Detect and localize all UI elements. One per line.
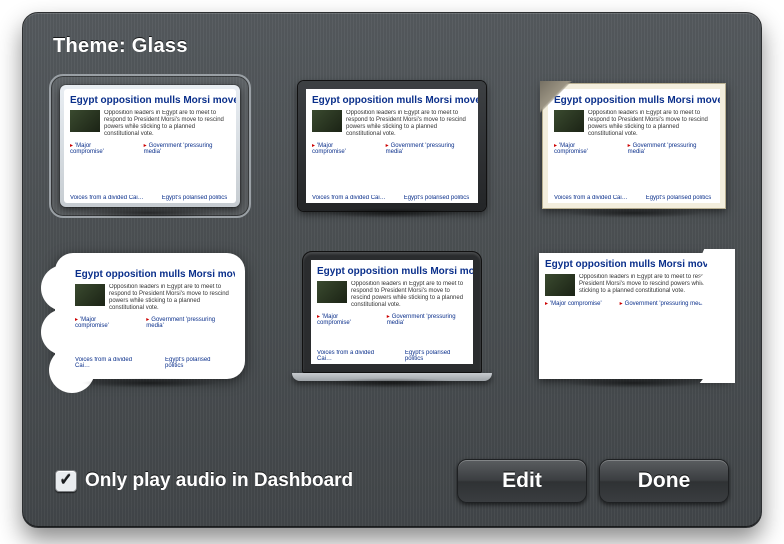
theme-torn[interactable]: Egypt opposition mulls Morsi moveNEW Opp…: [535, 246, 733, 386]
done-button[interactable]: Done: [599, 459, 729, 503]
theme-glass[interactable]: Egypt opposition mulls Morsi moveNEW Opp…: [51, 76, 249, 216]
webclip-preview: Egypt opposition mulls Morsi moveNEW Opp…: [548, 89, 720, 203]
preview-link: Government 'pressuring media': [144, 142, 230, 155]
edit-button[interactable]: Edit: [457, 459, 587, 503]
webclip-preview: Egypt opposition mulls Morsi moveNEW Opp…: [69, 263, 235, 371]
theme-laptop[interactable]: Egypt opposition mulls Morsi moveNEW Opp…: [293, 246, 491, 386]
theme-hud[interactable]: Egypt opposition mulls Morsi moveNEW Opp…: [293, 76, 491, 216]
webclip-preview: Egypt opposition mulls Morsi moveNEW Opp…: [539, 253, 729, 379]
audio-only-checkbox[interactable]: ✓ Only play audio in Dashboard: [55, 470, 353, 492]
footer-bar: ✓ Only play audio in Dashboard Edit Done: [47, 445, 737, 527]
theme-cloud[interactable]: Egypt opposition mulls Morsi moveNEW Opp…: [51, 246, 249, 386]
frame-hud: Egypt opposition mulls Morsi moveNEW Opp…: [298, 81, 486, 211]
theme-picker-panel: Theme: Glass Egypt opposition mulls Mors…: [22, 12, 762, 528]
panel-title: Theme: Glass: [53, 35, 737, 58]
webclip-preview: Egypt opposition mulls Morsi moveNEW Opp…: [306, 89, 478, 203]
frame-cloud: Egypt opposition mulls Morsi moveNEW Opp…: [55, 253, 245, 379]
preview-link: 'Major compromise': [70, 142, 126, 155]
preview-blurb: Opposition leaders in Egypt are to meet …: [104, 110, 230, 138]
frame-corner: Egypt opposition mulls Morsi moveNEW Opp…: [542, 83, 726, 209]
frame-torn: Egypt opposition mulls Morsi moveNEW Opp…: [539, 253, 729, 379]
frame-laptop: Egypt opposition mulls Morsi moveNEW Opp…: [296, 251, 488, 381]
preview-image: [70, 110, 100, 132]
theme-corner[interactable]: Egypt opposition mulls Morsi moveNEW Opp…: [535, 76, 733, 216]
checkbox-label: Only play audio in Dashboard: [85, 470, 353, 492]
webclip-preview: Egypt opposition mulls Morsi moveNEW Opp…: [311, 260, 473, 364]
preview-headline: Egypt opposition mulls Morsi move: [70, 95, 236, 106]
webclip-preview: Egypt opposition mulls Morsi moveNEW Opp…: [64, 89, 236, 203]
theme-grid: Egypt opposition mulls Morsi moveNEW Opp…: [47, 76, 737, 386]
checkbox-box[interactable]: ✓: [55, 470, 77, 492]
frame-glass: Egypt opposition mulls Morsi moveNEW Opp…: [60, 85, 240, 207]
